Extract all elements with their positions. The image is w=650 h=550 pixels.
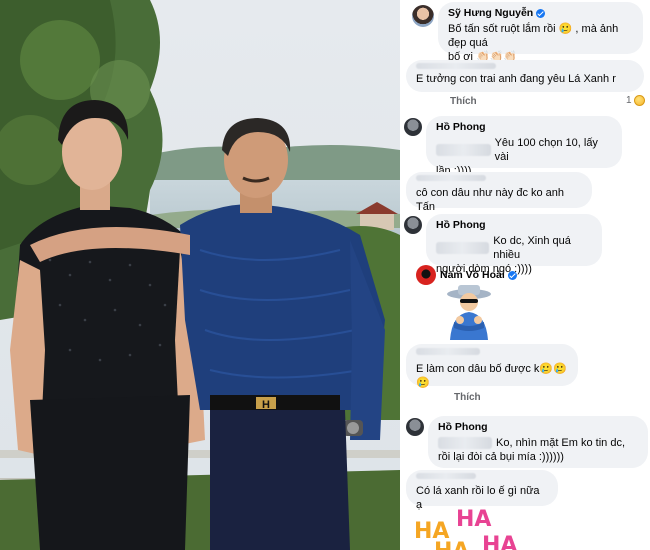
hidden-author-name xyxy=(416,473,476,479)
reaction-count[interactable]: 1 xyxy=(626,95,645,106)
haha-text: HA xyxy=(456,507,492,532)
comment-bubble: Hồ Phong Yêu 100 chọn 10, lấy vài lần :)… xyxy=(426,116,622,177)
verified-badge-icon xyxy=(536,8,546,18)
comment-text: Ko, nhìn mặt Em ko tin dc, xyxy=(496,437,626,449)
mentioned-user-hidden xyxy=(436,144,491,156)
belt-buckle-letter: H xyxy=(262,399,270,411)
verified-badge-icon xyxy=(507,270,517,280)
comment-bubble: E làm con dâu bố được k🥲🥲🥲 xyxy=(406,344,578,389)
reaction-count-label: 1 xyxy=(626,95,632,106)
comment-author[interactable]: Nam Võ Hoài xyxy=(440,269,517,281)
comment-bubble: cô con dâu như này đc ko anh Tấn xyxy=(406,172,592,213)
haha-sticker[interactable]: HA HA HA HA xyxy=(404,505,544,550)
avatar[interactable] xyxy=(404,216,422,234)
comment-bubble: Sỹ Hưng Nguyễn Bố tấn sốt ruột lắm rồi 🥲… xyxy=(438,2,643,63)
comment-text: E làm con dâu bố được k🥲🥲🥲 xyxy=(416,363,567,389)
comment-author[interactable]: Hồ Phong xyxy=(438,420,638,434)
comment-author[interactable]: Hồ Phong xyxy=(436,120,612,134)
comment-text: cô con dâu như này đc ko anh Tấn xyxy=(416,187,565,213)
comment-text: rồi lại đòi cả bụi mía :)))))) xyxy=(438,451,564,463)
comment-bubble: E tưởng con trai anh đang yêu Lá Xanh r xyxy=(406,60,644,92)
hidden-author-name xyxy=(416,175,486,181)
post-photo[interactable]: H xyxy=(0,0,400,550)
avatar[interactable] xyxy=(404,118,422,136)
mentioned-user-hidden xyxy=(438,437,492,449)
comment-author[interactable]: Sỹ Hưng Nguyễn xyxy=(448,6,633,20)
haha-text: HA xyxy=(482,533,518,550)
hidden-author-name xyxy=(416,348,480,355)
avatar[interactable] xyxy=(412,5,434,27)
comment-author[interactable]: Hồ Phong xyxy=(436,218,592,232)
mentioned-user-hidden xyxy=(436,242,490,254)
avatar[interactable] xyxy=(406,418,424,436)
hidden-author-name xyxy=(416,63,496,69)
comment-bubble: Có lá xanh rồi lo ế gì nữa ạ xyxy=(406,470,558,511)
like-button[interactable]: Thích xyxy=(454,392,481,403)
avatar[interactable] xyxy=(416,265,436,285)
photo-illustration: H xyxy=(0,0,400,550)
laugh-emoji-icon xyxy=(633,95,645,106)
comment-text: E tưởng con trai anh đang yêu Lá Xanh r xyxy=(416,73,616,85)
comment-text: Ko dc, Xinh quá nhiều xyxy=(493,235,571,261)
comment-text: Bố tấn sốt ruột lắm rồi 🥲 , mà ảnh đẹp q… xyxy=(448,23,619,49)
comment-text: Yêu 100 chọn 10, lấy vài xyxy=(494,137,598,163)
like-button[interactable]: Thích xyxy=(450,96,477,107)
comment-thread: Sỹ Hưng Nguyễn Bố tấn sốt ruột lắm rồi 🥲… xyxy=(404,0,650,550)
haha-text: HA xyxy=(434,539,469,550)
comment-bubble: Hồ Phong Ko, nhìn mặt Em ko tin dc, rồi … xyxy=(428,416,648,468)
comment-bubble: Hồ Phong Ko dc, Xinh quá nhiều người dòm… xyxy=(426,214,602,275)
man-in-hat-sticker-icon[interactable] xyxy=(440,282,498,340)
